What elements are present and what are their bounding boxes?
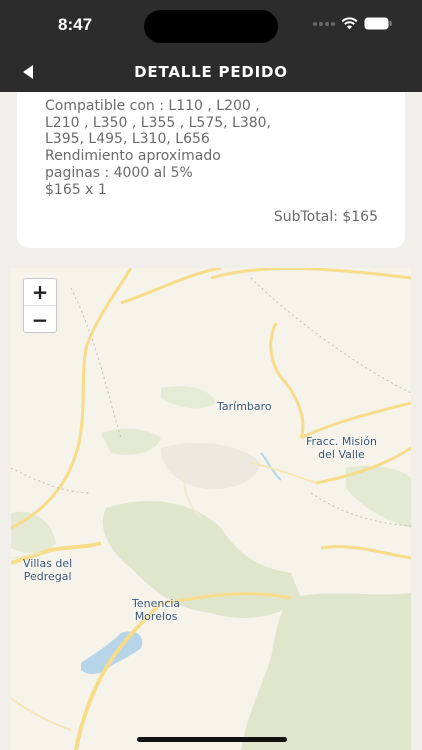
map-road (210, 268, 411, 280)
battery-icon (364, 17, 392, 30)
page-title: DETALLE PEDIDO (134, 63, 288, 81)
map-green-area (346, 466, 411, 528)
map-road (269, 322, 305, 439)
map-boundary (11, 467, 92, 494)
map-view[interactable]: + − Tarímbaro Fracc. Misión del Valle Vi… (11, 268, 411, 750)
map-road (250, 462, 317, 484)
wifi-icon (341, 17, 358, 30)
zoom-out-button[interactable]: − (24, 306, 56, 332)
description-line: Rendimiento aproximado (45, 148, 221, 165)
map-green-area (101, 428, 161, 455)
map-green-area (161, 386, 216, 409)
map-green-area (11, 511, 56, 553)
place-label-tarimbaro: Tarímbaro (217, 400, 272, 413)
map-road (300, 401, 411, 440)
subtotal-label: SubTotal: $165 (273, 209, 378, 225)
map-tiles (11, 268, 411, 750)
map-road (11, 697, 72, 731)
zoom-control: + − (23, 278, 57, 333)
map-boundary (70, 287, 122, 439)
place-label-mision-del-valle: Fracc. Misión del Valle (306, 435, 377, 461)
map-road (74, 601, 163, 750)
map-water (81, 631, 143, 675)
home-indicator (137, 737, 287, 742)
product-description: Compatible con : L110 , L200 , L210 , L3… (45, 98, 295, 198)
status-bar: 8:47 (0, 0, 422, 52)
status-time: 8:47 (58, 15, 93, 34)
map-green-area (241, 593, 411, 750)
description-line: Compatible con : L110 , L200 , (45, 98, 260, 114)
description-line: paginas : 4000 al 5% (45, 164, 193, 181)
zoom-in-button[interactable]: + (24, 279, 56, 306)
order-item-card: Compatible con : L110 , L200 , L210 , L3… (17, 92, 405, 248)
description-line: L395, L495, L310, L656 (45, 131, 210, 148)
price-quantity: $165 x 1 (45, 181, 107, 198)
map-urban-area (161, 443, 261, 490)
place-label-tenencia-morelos: Tenencia Morelos (132, 597, 181, 623)
cellular-dots-icon (313, 21, 335, 26)
dynamic-island (144, 10, 278, 43)
header-bar: DETALLE PEDIDO (0, 52, 422, 92)
place-label-villas-del-pedregal: Villas del Pedregal (23, 557, 73, 583)
map-boundary (250, 277, 411, 394)
map-road (320, 545, 411, 560)
status-icons (313, 17, 392, 30)
description-line: L210 , L350 , L355 , L575, L380, (45, 114, 272, 131)
map-road (120, 268, 222, 305)
